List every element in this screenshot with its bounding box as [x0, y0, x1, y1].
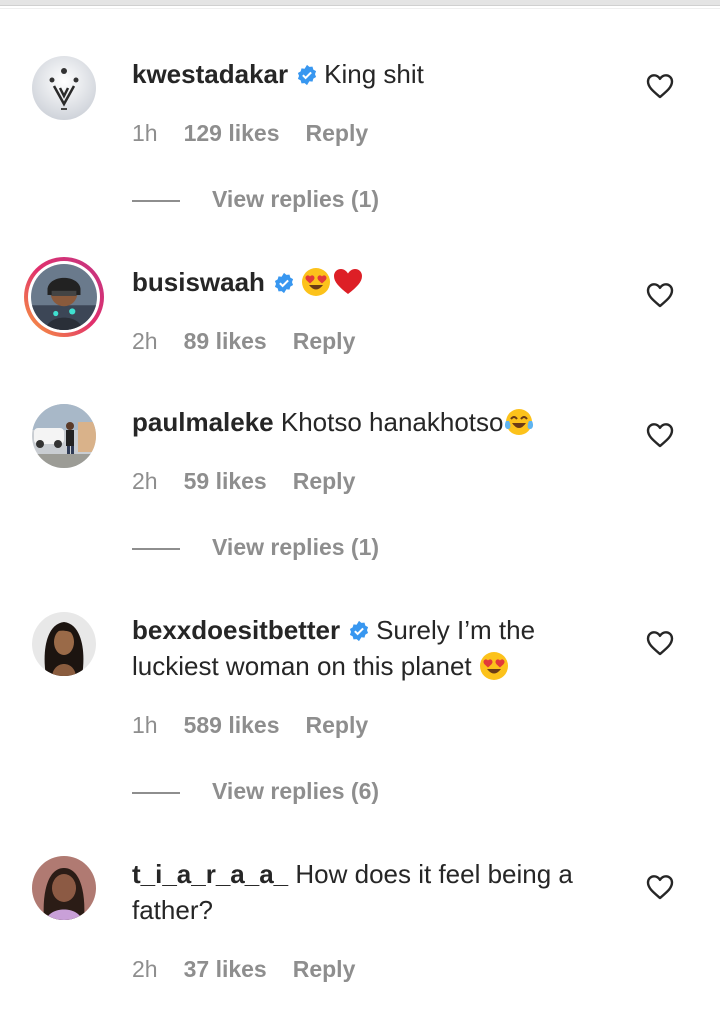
username[interactable]: busiswaah	[132, 267, 265, 297]
username[interactable]: t_i_a_r_a_a_	[132, 859, 288, 889]
heart-eyes-emoji	[479, 652, 508, 680]
comment-text: King shit	[324, 59, 424, 89]
likes-count[interactable]: 129 likes	[184, 120, 280, 146]
avatar-image	[32, 404, 96, 468]
comment-body: t_i_a_r_a_a_ How does it feel being a fa…	[132, 856, 622, 928]
comment-time: 1h	[132, 120, 158, 146]
likes-count[interactable]: 59 likes	[184, 468, 267, 494]
avatar[interactable]	[32, 612, 96, 676]
reply-button[interactable]: Reply	[306, 120, 369, 146]
view-replies-dash	[132, 791, 180, 794]
reply-button[interactable]: Reply	[293, 328, 356, 354]
avatar[interactable]	[32, 856, 96, 920]
comment-time: 2h	[132, 468, 158, 494]
avatar-image	[32, 856, 96, 920]
top-divider	[0, 0, 720, 6]
heart-outline-icon[interactable]	[646, 422, 674, 448]
likes-count[interactable]: 589 likes	[184, 712, 280, 738]
comment-meta: 1h 129 likes Reply	[132, 120, 394, 147]
verified-badge-icon	[350, 620, 369, 642]
avatar-image	[32, 612, 96, 676]
view-replies-button[interactable]: View replies (6)	[132, 778, 379, 805]
view-replies-label: View replies (6)	[212, 778, 380, 804]
view-replies-label: View replies (1)	[212, 186, 380, 212]
comment-body: bexxdoesitbetter Surely I’m the luckiest …	[132, 612, 622, 684]
avatar[interactable]	[32, 404, 96, 468]
heart-outline-icon[interactable]	[646, 282, 674, 308]
tears-of-joy-emoji	[504, 409, 533, 435]
comment-meta: 2h 59 likes Reply	[132, 468, 381, 495]
heart-outline-icon[interactable]	[646, 630, 674, 656]
comment-meta: 2h 37 likes Reply	[132, 956, 381, 983]
likes-count[interactable]: 37 likes	[184, 956, 267, 982]
likes-count[interactable]: 89 likes	[184, 328, 267, 354]
comment-body: paulmaleke Khotso hanakhotso	[132, 404, 622, 440]
heart-outline-icon[interactable]	[646, 874, 674, 900]
username[interactable]: kwestadakar	[132, 59, 288, 89]
username[interactable]: bexxdoesitbetter	[132, 615, 340, 645]
comment-body: busiswaah	[132, 264, 622, 300]
verified-badge-icon	[274, 272, 294, 294]
view-replies-dash	[132, 199, 180, 202]
comment-body: kwestadakar King shit	[132, 56, 622, 92]
comment-text: Khotso hanakhotso	[280, 407, 504, 437]
avatar-image	[32, 56, 96, 120]
heart-eyes-emoji	[301, 268, 330, 296]
comment-meta: 2h 89 likes Reply	[132, 328, 381, 355]
avatar[interactable]	[32, 56, 96, 120]
view-replies-label: View replies (1)	[212, 534, 380, 560]
comment-time: 1h	[132, 712, 158, 738]
view-replies-dash	[132, 547, 180, 550]
red-heart-emoji	[333, 269, 362, 294]
view-replies-button[interactable]: View replies (1)	[132, 186, 379, 213]
username[interactable]: paulmaleke	[132, 407, 274, 437]
avatar-image	[31, 264, 97, 330]
reply-button[interactable]: Reply	[293, 468, 356, 494]
avatar-story-ring[interactable]	[24, 257, 104, 337]
top-divider-line	[0, 8, 720, 9]
comment-time: 2h	[132, 328, 158, 354]
comment-time: 2h	[132, 956, 158, 982]
view-replies-button[interactable]: View replies (1)	[132, 534, 379, 561]
heart-outline-icon[interactable]	[646, 73, 674, 99]
reply-button[interactable]: Reply	[293, 956, 356, 982]
comment-meta: 1h 589 likes Reply	[132, 712, 394, 739]
reply-button[interactable]: Reply	[306, 712, 369, 738]
verified-badge-icon	[298, 64, 317, 86]
